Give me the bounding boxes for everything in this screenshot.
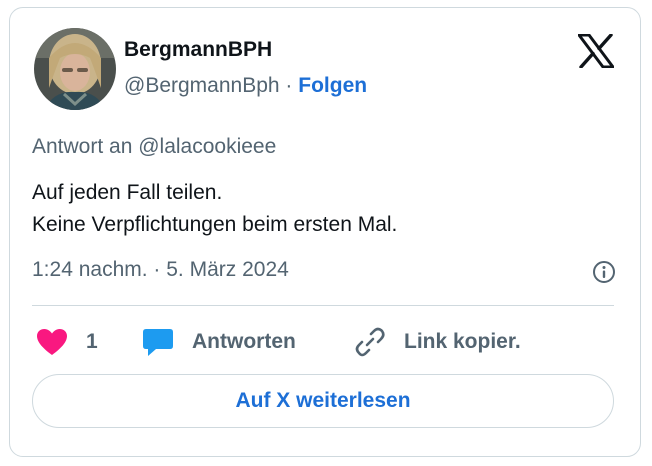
reply-to-label[interactable]: Antwort an @lalacookieee	[32, 135, 276, 159]
link-icon	[354, 326, 386, 358]
info-icon[interactable]	[592, 260, 616, 284]
like-button[interactable]: 1	[36, 326, 98, 358]
copy-link-button[interactable]: Link kopier.	[354, 326, 521, 358]
tweet-text-line: Auf jeden Fall teilen.	[32, 181, 223, 204]
heart-icon	[36, 328, 68, 356]
follow-link[interactable]: Folgen	[298, 74, 367, 97]
x-logo-icon[interactable]	[577, 33, 615, 69]
copy-link-label: Link kopier.	[404, 330, 521, 353]
author-handle-row: @BergmannBph · Folgen	[124, 74, 367, 98]
tweet-embed-card: BergmannBPH @BergmannBph · Folgen Antwor…	[9, 7, 641, 457]
author-handle[interactable]: @BergmannBph	[124, 74, 280, 97]
read-more-button[interactable]: Auf X weiterlesen	[32, 374, 614, 428]
avatar[interactable]	[34, 28, 116, 110]
tweet-text-line: Keine Verpflichtungen beim ersten Mal.	[32, 213, 398, 236]
divider	[32, 305, 614, 306]
tweet-text: Auf jeden Fall teilen. Keine Verpflichtu…	[32, 177, 397, 241]
author-display-name[interactable]: BergmannBPH	[124, 38, 272, 62]
avatar-image	[34, 28, 116, 110]
speech-bubble-icon	[142, 327, 174, 357]
reply-label: Antworten	[192, 330, 296, 353]
separator-dot: ·	[285, 74, 293, 97]
like-count: 1	[86, 330, 98, 353]
tweet-timestamp[interactable]: 1:24 nachm. · 5. März 2024	[32, 258, 289, 282]
reply-button[interactable]: Antworten	[142, 326, 296, 358]
